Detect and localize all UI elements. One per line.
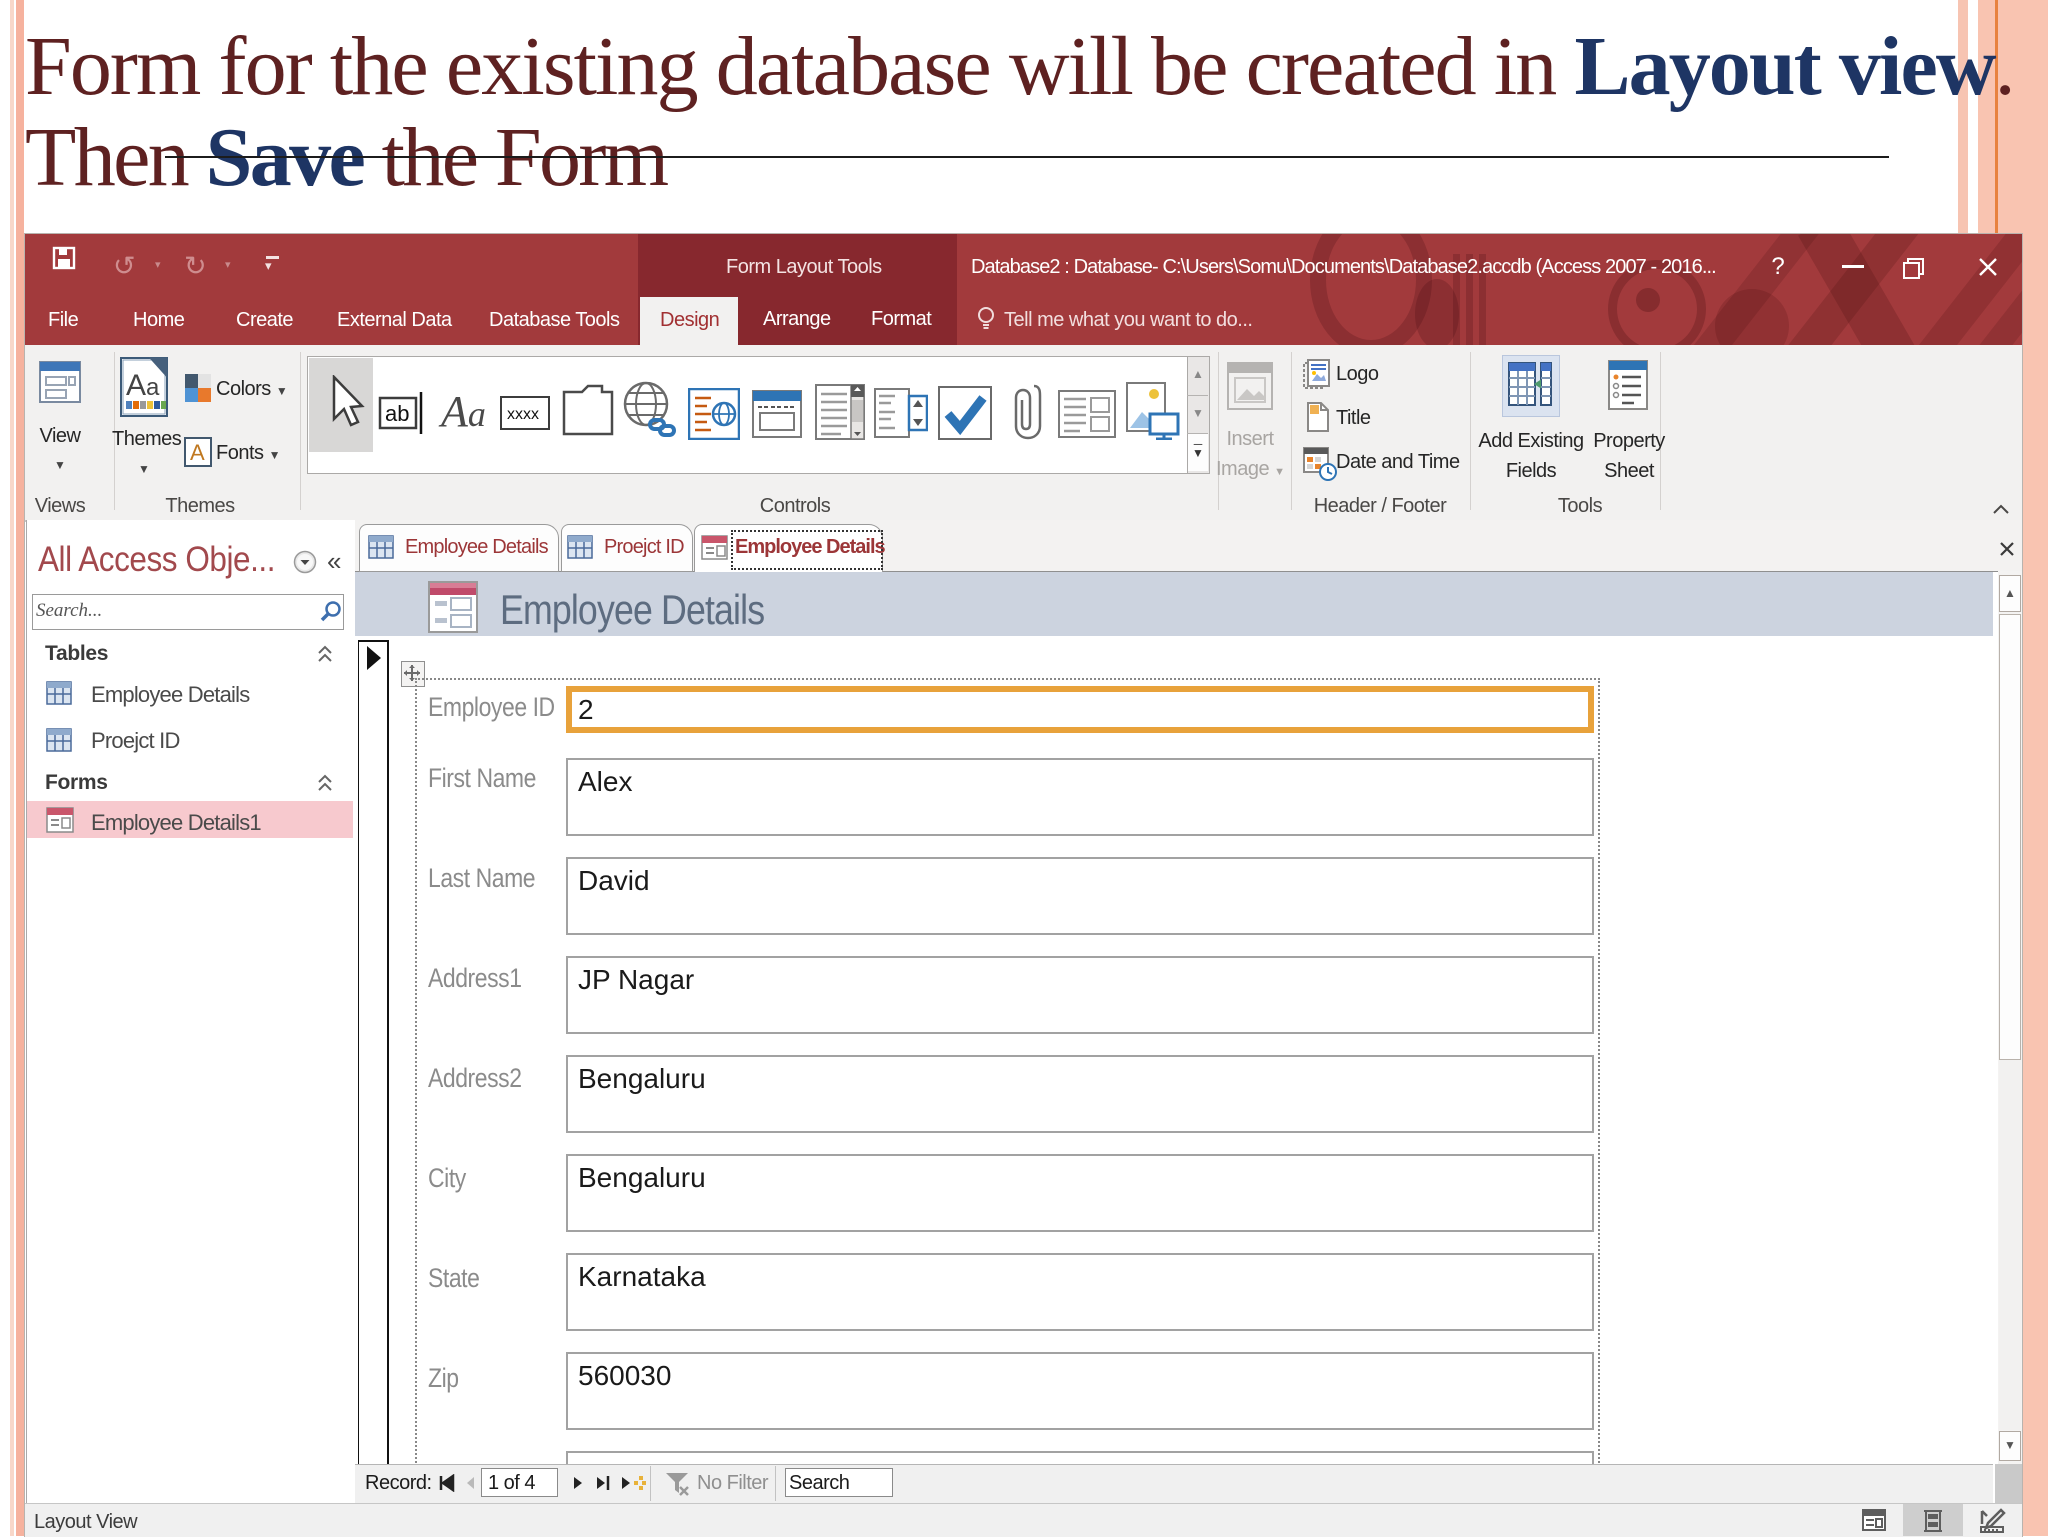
svg-text:xxxx: xxxx [507,406,539,423]
svg-text:A: A [190,440,205,465]
svg-text:A: A [126,369,146,402]
svg-text:a: a [146,374,160,401]
svg-text:ab: ab [385,401,409,426]
